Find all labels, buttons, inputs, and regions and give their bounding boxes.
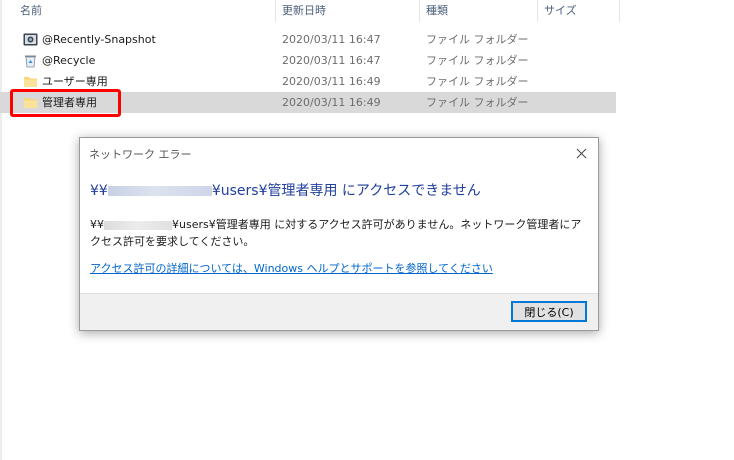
dialog-message: ¥¥ ¥users¥管理者専用 に対するアクセス許可がありません。ネットワーク管理… [90, 216, 588, 250]
column-header-name[interactable]: 名前 [14, 0, 276, 22]
close-icon [576, 148, 586, 158]
file-date: 2020/03/11 16:47 [282, 33, 381, 46]
snapshot-folder-icon [23, 33, 38, 46]
dialog-close-button[interactable] [570, 142, 592, 164]
file-row[interactable]: @Recycle 2020/03/11 16:47 ファイル フォルダー [0, 50, 616, 71]
redacted-server-name [104, 220, 172, 230]
help-link[interactable]: アクセス許可の詳細については、Windows ヘルプとサポートを参照してください [90, 260, 493, 276]
file-date: 2020/03/11 16:47 [282, 54, 381, 67]
file-date: 2020/03/11 16:49 [282, 96, 381, 109]
redacted-server-name [107, 186, 212, 196]
column-header: 名前 更新日時 種類 サイズ [0, 0, 620, 22]
file-type: ファイル フォルダー [426, 75, 529, 88]
column-header-date-label: 更新日時 [282, 4, 326, 17]
file-row[interactable]: @Recently-Snapshot 2020/03/11 16:47 ファイル… [0, 29, 616, 50]
dialog-heading: ¥¥ ¥users¥管理者専用 にアクセスできません [90, 180, 481, 200]
dialog-heading-path: ¥users¥管理者専用 にアクセスできません [211, 183, 481, 199]
dialog-message-prefix: ¥¥ [90, 218, 104, 231]
sort-chevron-icon [144, 0, 154, 2]
column-header-name-label: 名前 [20, 4, 42, 17]
column-header-type[interactable]: 種類 [420, 0, 538, 22]
file-name: @Recently-Snapshot [42, 33, 156, 46]
dialog-footer: 閉じる(C) [80, 293, 598, 330]
file-date: 2020/03/11 16:49 [282, 75, 381, 88]
folder-icon [24, 77, 37, 87]
file-type: ファイル フォルダー [426, 96, 529, 109]
highlight-box [10, 89, 121, 117]
file-type: ファイル フォルダー [426, 54, 529, 67]
close-button[interactable]: 閉じる(C) [511, 301, 587, 322]
dialog-heading-prefix: ¥¥ [90, 183, 108, 199]
dialog-title: ネットワーク エラー [89, 148, 192, 161]
recycle-bin-icon [25, 55, 36, 68]
column-header-size[interactable]: サイズ [538, 0, 620, 22]
network-error-dialog: ネットワーク エラー ¥¥ ¥users¥管理者専用 にアクセスできません ¥¥ ¥… [79, 137, 599, 331]
column-header-type-label: 種類 [426, 4, 448, 17]
file-name: @Recycle [42, 54, 96, 67]
file-type: ファイル フォルダー [426, 33, 529, 46]
column-header-size-label: サイズ [544, 4, 577, 17]
column-header-date[interactable]: 更新日時 [276, 0, 420, 22]
